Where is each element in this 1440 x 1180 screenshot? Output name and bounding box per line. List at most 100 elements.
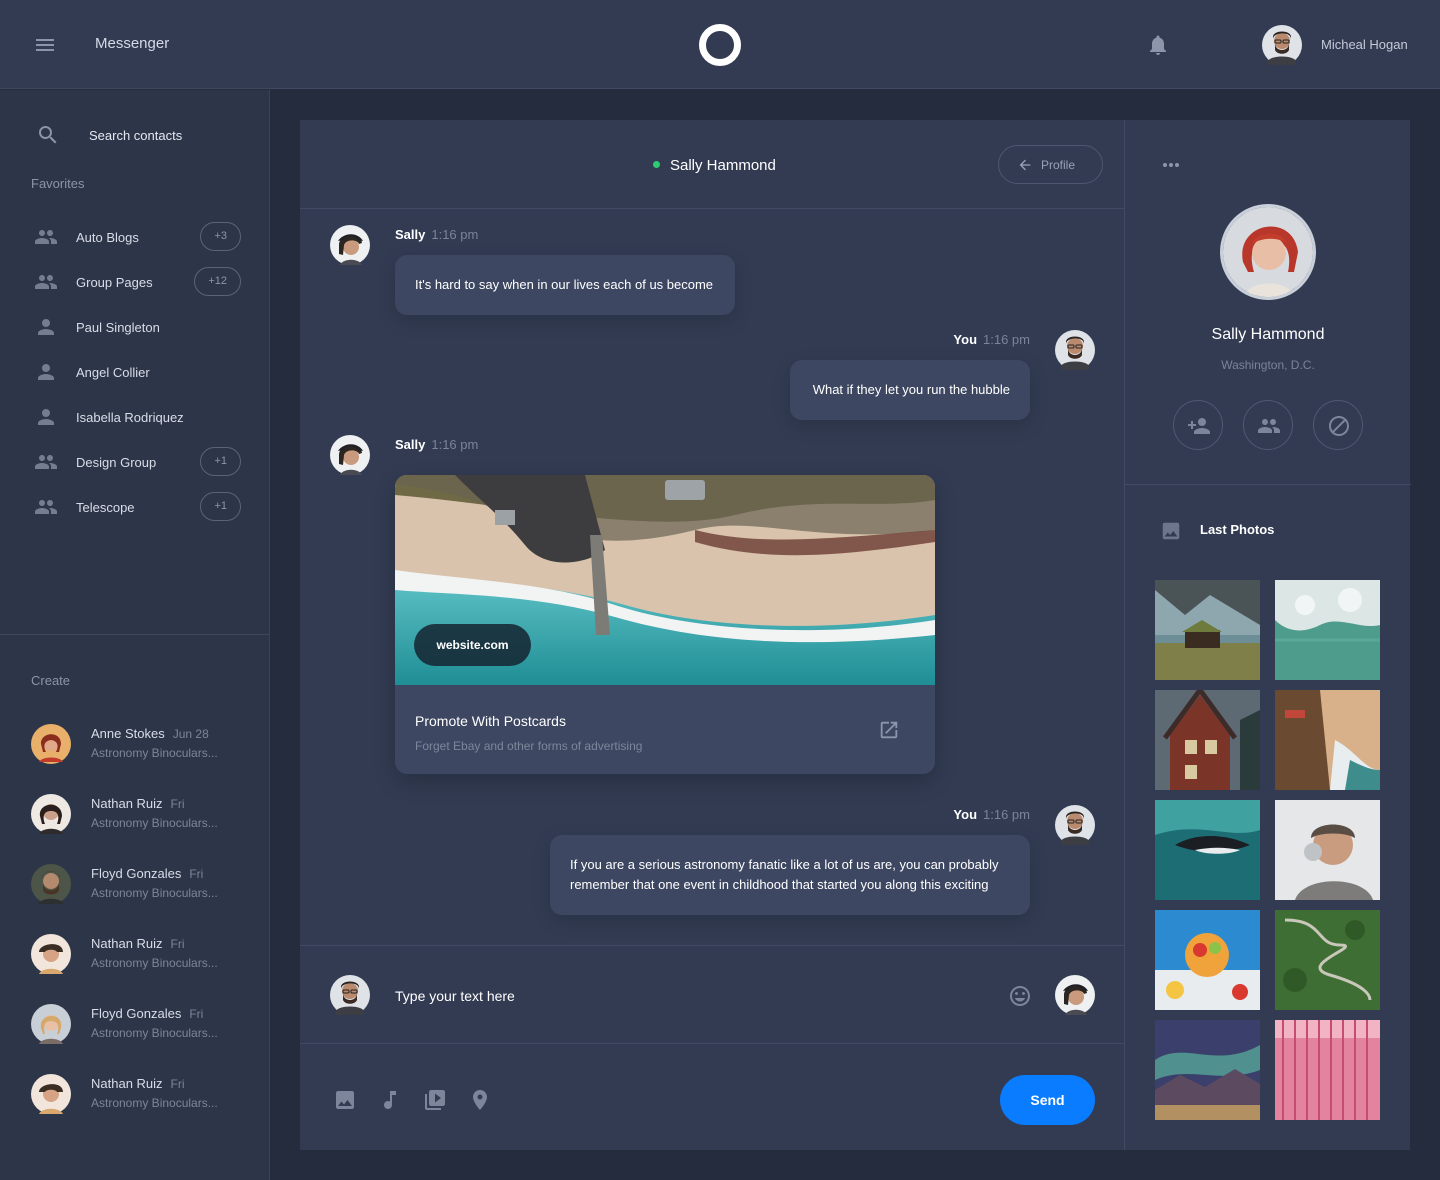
person-icon — [33, 315, 59, 339]
photo-thumbnail[interactable] — [1275, 1020, 1380, 1120]
favorite-auto-blogs[interactable]: Auto Blogs +3 — [33, 222, 243, 252]
more-options-icon[interactable] — [1161, 155, 1181, 175]
recent-conversation[interactable]: Floyd Gonzales Fri Astronomy Binoculars..… — [31, 864, 261, 906]
chat-header: Sally Hammond Profile — [300, 120, 1124, 209]
conversation-preview: Astronomy Binoculars... — [91, 956, 218, 970]
contact-details-panel: Sally Hammond Washington, D.C. Last Phot… — [1124, 120, 1411, 1150]
recent-conversation[interactable]: Anne Stokes Jun 28 Astronomy Binoculars..… — [31, 724, 261, 766]
favorite-isabella-rodriquez[interactable]: Isabella Rodriquez — [33, 402, 243, 432]
emoji-icon[interactable] — [1008, 984, 1032, 1008]
sally-avatar — [330, 225, 370, 265]
contact-name: Telescope — [76, 500, 135, 515]
user-avatar[interactable] — [1262, 25, 1302, 65]
conversation-date: Fri — [170, 797, 185, 811]
avatar — [31, 1074, 71, 1114]
block-button[interactable] — [1313, 400, 1363, 450]
add-to-group-button[interactable] — [1243, 400, 1293, 450]
photo-thumbnail[interactable] — [1155, 910, 1260, 1010]
contact-name: Sally Hammond — [1211, 326, 1325, 343]
conversation-name-row: Nathan Ruiz Fri — [91, 936, 185, 951]
photo-thumbnail[interactable] — [1155, 1020, 1260, 1120]
favorite-angel-collier[interactable]: Angel Collier — [33, 357, 243, 387]
attach-video-icon[interactable] — [423, 1088, 447, 1112]
message-sender: You — [953, 332, 978, 347]
conversation-preview: Astronomy Binoculars... — [91, 746, 218, 760]
recent-conversation[interactable]: Nathan Ruiz Fri Astronomy Binoculars... — [31, 934, 261, 976]
search-contacts-input[interactable]: Search contacts — [36, 123, 256, 147]
message-time: 1:16 pm — [983, 807, 1030, 822]
contact-name: Angel Collier — [76, 365, 150, 380]
my-avatar — [1055, 330, 1095, 370]
unread-count-badge: +3 — [200, 222, 241, 251]
message-meta: You 1:16 pm — [952, 807, 1030, 822]
avatar — [31, 864, 71, 904]
top-bar: Messenger Micheal Hogan — [0, 0, 1440, 89]
photo-thumbnail[interactable] — [1275, 800, 1380, 900]
conversation-date: Fri — [170, 937, 185, 951]
favorite-paul-singleton[interactable]: Paul Singleton — [33, 312, 243, 342]
current-user-name[interactable]: Micheal Hogan — [1321, 37, 1408, 52]
favorite-telescope[interactable]: Telescope +1 — [33, 492, 243, 522]
profile-button[interactable]: Profile — [998, 145, 1103, 184]
search-icon — [36, 123, 60, 147]
hamburger-menu-icon[interactable] — [33, 33, 57, 57]
unread-count-badge: +12 — [194, 267, 241, 296]
avatar — [31, 934, 71, 974]
contact-name: Isabella Rodriquez — [76, 410, 184, 425]
favorite-group-pages[interactable]: Group Pages +12 — [33, 267, 243, 297]
unread-count-badge: +1 — [200, 492, 241, 521]
conversation-date: Jun 28 — [172, 727, 209, 741]
photo-thumbnail[interactable] — [1155, 690, 1260, 790]
message-meta: You 1:16 pm — [952, 332, 1030, 347]
add-friend-button[interactable] — [1173, 400, 1223, 450]
arrow-left-icon — [1017, 157, 1033, 173]
conversation-name: Nathan Ruiz — [91, 1076, 163, 1091]
person-add-icon — [1188, 418, 1210, 434]
favorites-label: Favorites — [31, 176, 85, 191]
message-time: 1:16 pm — [431, 227, 479, 242]
contact-profile-photo — [1220, 204, 1316, 300]
photo-thumbnail[interactable] — [1275, 580, 1380, 680]
recent-conversation[interactable]: Nathan Ruiz Fri Astronomy Binoculars... — [31, 1074, 261, 1116]
avatar — [31, 724, 71, 764]
open-external-icon[interactable] — [878, 719, 900, 741]
details-divider — [1125, 484, 1411, 485]
photo-thumbnail[interactable] — [1155, 580, 1260, 680]
message-meta: Sally 1:16 pm — [395, 437, 478, 452]
unread-count-badge: +1 — [200, 447, 241, 476]
link-preview-card[interactable]: website.com Promote With Postcards Forge… — [395, 475, 935, 774]
message-sender: You — [953, 807, 978, 822]
chat-contact-name: Sally Hammond — [670, 157, 776, 174]
photo-thumbnail[interactable] — [1275, 690, 1380, 790]
conversation-name-row: Floyd Gonzales Fri — [91, 1006, 203, 1021]
conversation-date: Fri — [189, 867, 204, 881]
notifications-bell-icon[interactable] — [1146, 33, 1170, 57]
recent-conversation[interactable]: Floyd Gonzales Fri Astronomy Binoculars..… — [31, 1004, 261, 1046]
conversation-name-row: Anne Stokes Jun 28 — [91, 726, 209, 741]
conversation-preview: Astronomy Binoculars... — [91, 1096, 218, 1110]
conversation-preview: Astronomy Binoculars... — [91, 816, 218, 830]
conversation-preview: Astronomy Binoculars... — [91, 1026, 218, 1040]
my-avatar — [330, 975, 370, 1015]
group-icon — [33, 450, 59, 474]
location-pin-icon[interactable] — [468, 1088, 492, 1112]
group-icon — [33, 225, 59, 249]
send-button[interactable]: Send — [1000, 1075, 1095, 1125]
image-icon — [1160, 520, 1182, 542]
block-icon — [1329, 416, 1349, 436]
message-input[interactable]: Type your text here — [395, 988, 515, 1004]
photo-thumbnail[interactable] — [1155, 800, 1260, 900]
avatar — [31, 794, 71, 834]
photo-thumbnail[interactable] — [1275, 910, 1380, 1010]
group-icon — [33, 270, 59, 294]
recent-conversation[interactable]: Nathan Ruiz Fri Astronomy Binoculars... — [31, 794, 261, 836]
contact-name: Group Pages — [76, 275, 153, 290]
group-icon — [33, 495, 59, 519]
conversation-date: Fri — [189, 1007, 204, 1021]
conversation-preview: Astronomy Binoculars... — [91, 886, 218, 900]
attach-audio-icon[interactable] — [378, 1088, 402, 1112]
conversation-name: Floyd Gonzales — [91, 1006, 182, 1021]
attach-image-icon[interactable] — [333, 1088, 357, 1112]
logo — [699, 24, 741, 66]
favorite-design-group[interactable]: Design Group +1 — [33, 447, 243, 477]
